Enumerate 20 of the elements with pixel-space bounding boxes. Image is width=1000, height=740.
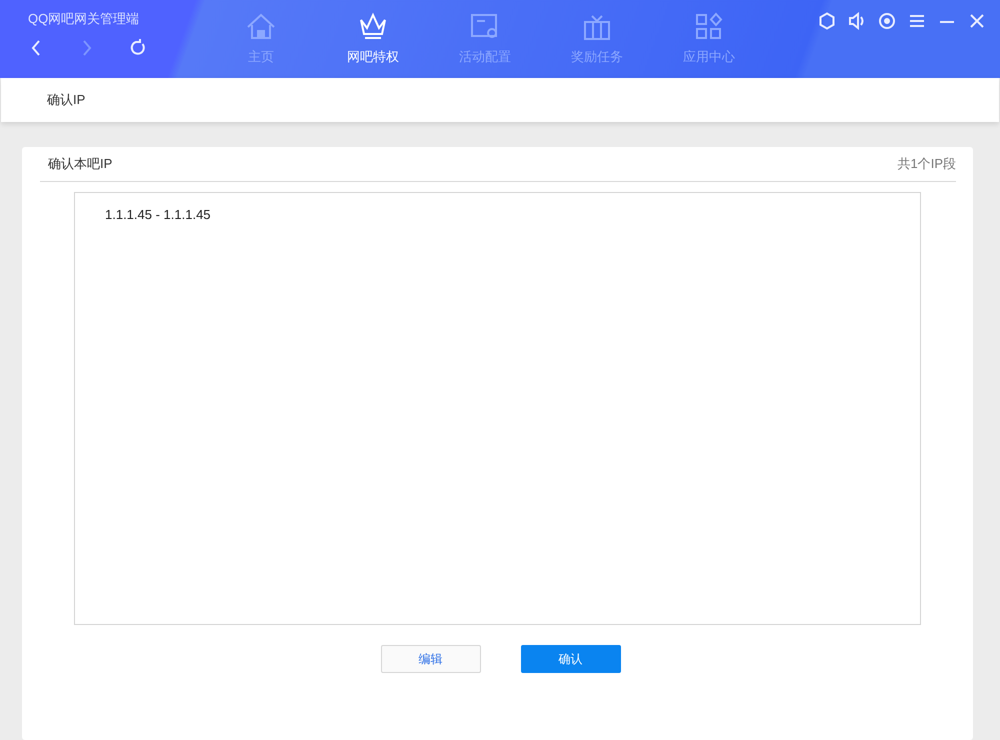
settings-icon[interactable] (878, 12, 896, 30)
menu-icon[interactable] (908, 12, 926, 30)
nav-tab[interactable]: 应用中心 (653, 0, 765, 78)
page-title: 确认IP (47, 91, 86, 109)
panel-title: 确认本吧IP (48, 155, 112, 173)
close-icon[interactable] (968, 12, 986, 30)
confirm-button[interactable]: 确认 (520, 645, 620, 673)
nav-tab[interactable]: 主页 (205, 0, 317, 78)
crown-icon (358, 12, 388, 42)
nav-tab[interactable]: 奖励任务 (541, 0, 653, 78)
nav-tab[interactable]: 活动配置 (429, 0, 541, 78)
ip-range: 1.1.1.45 - 1.1.1.45 (105, 207, 212, 222)
hexagon-icon[interactable] (818, 12, 836, 30)
apps-icon (694, 12, 724, 42)
nav-tab[interactable]: 网吧特权 (317, 0, 429, 78)
app-title: QQ网吧网关管理端 (28, 10, 140, 28)
house-icon (246, 12, 276, 42)
edit-button[interactable]: 编辑 (380, 645, 480, 673)
ip-range-count: 共1个IP段 (897, 155, 956, 173)
speaker-icon[interactable] (848, 12, 866, 30)
